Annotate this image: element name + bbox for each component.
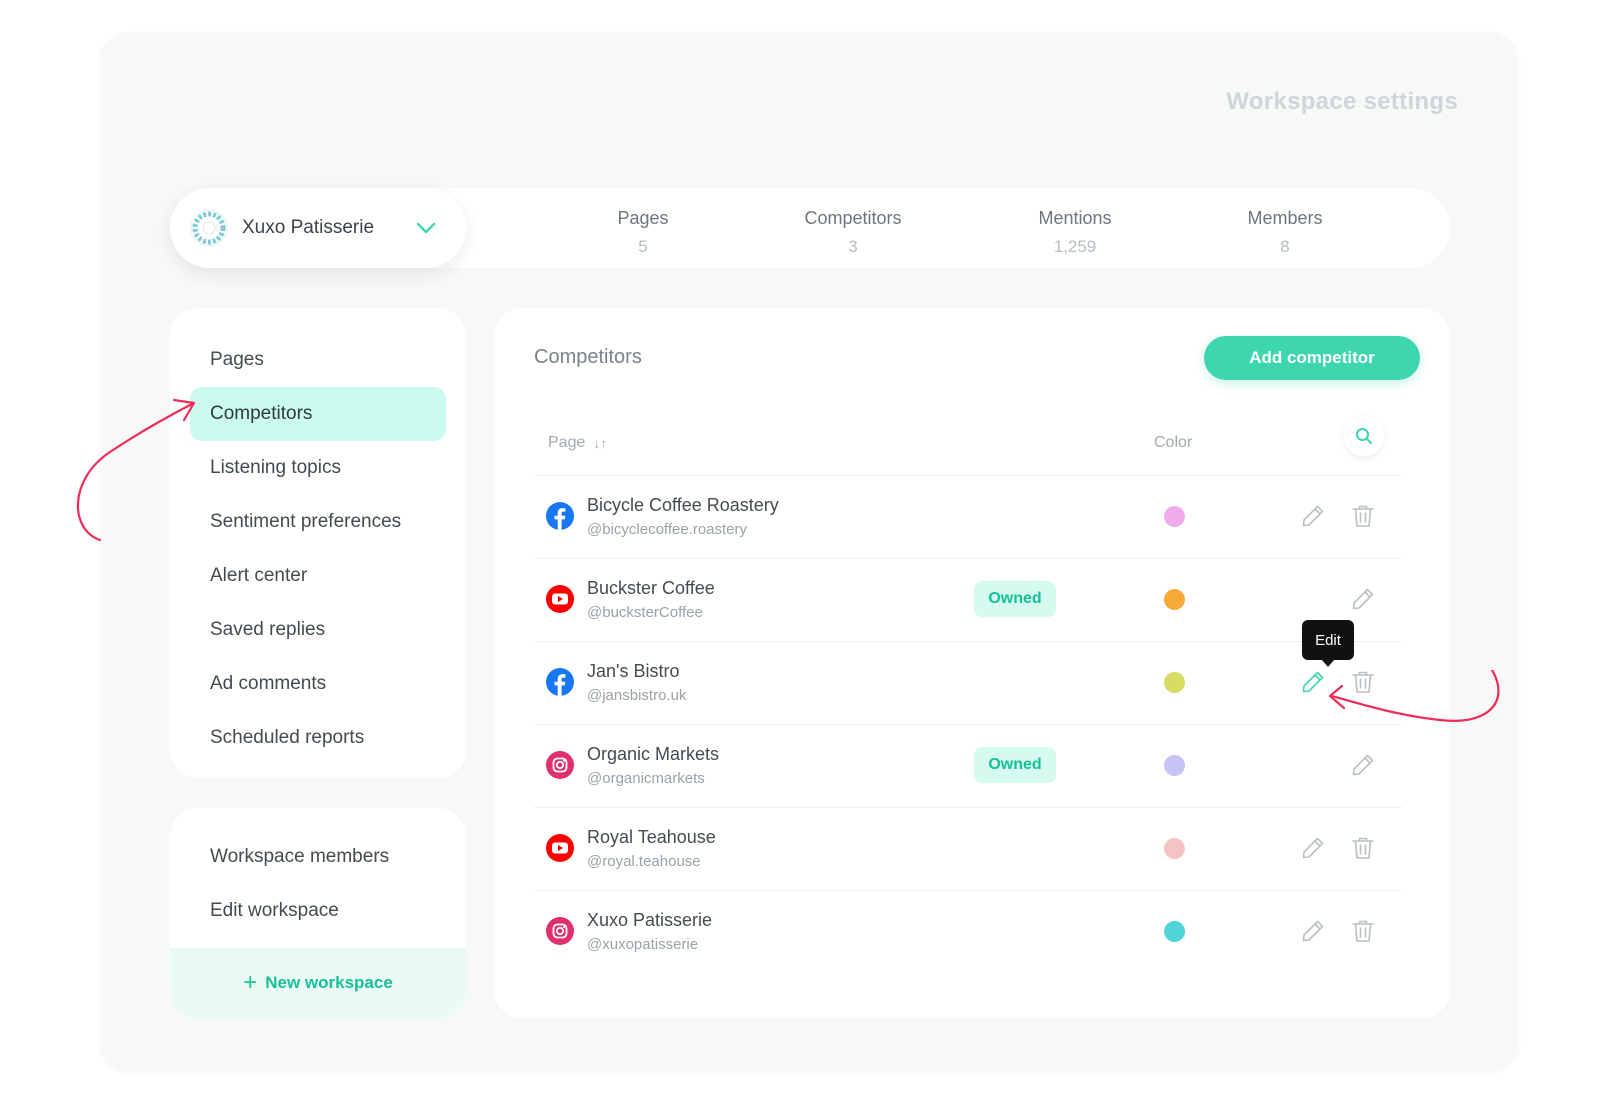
stat-value: 1,259	[1053, 237, 1097, 256]
youtube-icon	[546, 834, 574, 862]
annotation-arrow-right	[1328, 670, 1500, 722]
add-competitor-button[interactable]: Add competitor	[1204, 336, 1420, 380]
competitors-panel: Competitors Add competitor Page ↓↑ Color…	[494, 308, 1450, 1018]
stat-label: Members	[1247, 208, 1323, 228]
page-name: Buckster Coffee	[587, 578, 715, 598]
edit-icon[interactable]	[1300, 835, 1326, 861]
workspace-logo-icon	[190, 209, 228, 247]
page-handle: @xuxopatisserie	[587, 936, 699, 953]
page-handle: @royal.teahouse	[587, 853, 701, 870]
search-icon	[1356, 428, 1372, 444]
stat-label: Mentions	[1038, 208, 1112, 228]
competitors-table: Bicycle Coffee Roastery @bicyclecoffee.ro…	[534, 475, 1402, 973]
column-header-color: Color	[1154, 434, 1193, 451]
table-row: Xuxo Patisserie @xuxopatisserie	[534, 890, 1402, 973]
owned-badge: Owned	[974, 747, 1056, 783]
column-header-page[interactable]: Page ↓↑	[548, 434, 607, 452]
stat-members: Members 8	[1205, 208, 1365, 257]
workspace-name: Xuxo Patisserie	[242, 217, 375, 238]
instagram-icon	[546, 751, 574, 779]
color-swatch[interactable]	[1164, 589, 1185, 610]
sidebar-item-alert-center[interactable]: Alert center	[190, 549, 446, 603]
stat-label: Competitors	[804, 208, 902, 228]
edit-icon[interactable]	[1350, 586, 1376, 612]
stat-value: 5	[638, 237, 648, 256]
edit-icon[interactable]	[1350, 752, 1376, 778]
workspace-selector[interactable]: Xuxo Patisserie	[170, 188, 466, 268]
section-title: Competitors	[534, 346, 642, 368]
sidebar-item-edit-workspace[interactable]: Edit workspace	[190, 884, 446, 938]
search-button[interactable]	[1344, 416, 1384, 456]
trash-icon[interactable]	[1350, 918, 1376, 944]
page-handle: @organicmarkets	[587, 770, 705, 787]
settings-nav: Pages Competitors Listening topics Senti…	[170, 308, 466, 778]
page-name: Xuxo Patisserie	[587, 910, 713, 930]
owned-badge: Owned	[974, 581, 1056, 617]
plus-icon: +	[243, 969, 258, 996]
trash-icon[interactable]	[1350, 503, 1376, 529]
page-title: Workspace settings	[1226, 88, 1458, 115]
stat-value: 3	[848, 237, 858, 256]
edit-icon[interactable]	[1300, 503, 1326, 529]
sidebar-item-sentiment-preferences[interactable]: Sentiment preferences	[190, 495, 446, 549]
page-name: Jan's Bistro	[587, 661, 680, 681]
page-name: Royal Teahouse	[587, 827, 716, 847]
sidebar-item-saved-replies[interactable]: Saved replies	[190, 603, 446, 657]
stat-competitors: Competitors 3	[773, 208, 933, 257]
sidebar-item-competitors[interactable]: Competitors	[190, 387, 446, 441]
color-swatch[interactable]	[1164, 755, 1185, 776]
facebook-icon	[546, 668, 574, 696]
color-swatch[interactable]	[1164, 506, 1185, 527]
new-workspace-label: New workspace	[265, 973, 393, 992]
stat-label: Pages	[617, 208, 669, 228]
stat-value: 8	[1280, 237, 1290, 256]
sort-icon: ↓↑	[593, 435, 608, 451]
page-handle: @jansbistro.uk	[587, 687, 687, 704]
workspace-nav: Workspace members Edit workspace + New w…	[170, 808, 466, 1018]
sidebar-item-pages[interactable]: Pages	[190, 333, 446, 387]
table-row: Jan's Bistro @jansbistro.uk	[534, 641, 1402, 724]
chevron-down-icon[interactable]	[414, 216, 438, 240]
sidebar-item-ad-comments[interactable]: Ad comments	[190, 657, 446, 711]
edit-icon[interactable]	[1300, 918, 1326, 944]
color-swatch[interactable]	[1164, 672, 1185, 693]
table-row: Bicycle Coffee Roastery @bicyclecoffee.ro…	[534, 475, 1402, 558]
instagram-icon	[546, 917, 574, 945]
page-handle: @bucksterCoffee	[587, 604, 703, 621]
edit-tooltip: Edit	[1302, 620, 1354, 667]
table-row: Buckster Coffee @bucksterCoffee Owned	[534, 558, 1402, 641]
color-swatch[interactable]	[1164, 921, 1185, 942]
youtube-icon	[546, 585, 574, 613]
sidebar-item-scheduled-reports[interactable]: Scheduled reports	[190, 711, 446, 765]
stat-mentions: Mentions 1,259	[995, 208, 1155, 257]
table-row: Royal Teahouse @royal.teahouse	[534, 807, 1402, 890]
table-row: Organic Markets @organicmarkets Owned	[534, 724, 1402, 807]
facebook-icon	[546, 502, 574, 530]
page-name: Bicycle Coffee Roastery	[587, 495, 779, 515]
column-header-label: Page	[548, 434, 586, 451]
color-swatch[interactable]	[1164, 838, 1185, 859]
sidebar-item-listening-topics[interactable]: Listening topics	[190, 441, 446, 495]
annotation-arrow-left	[76, 398, 196, 542]
page-handle: @bicyclecoffee.roastery	[587, 521, 748, 538]
stat-pages: Pages 5	[563, 208, 723, 257]
new-workspace-button[interactable]: + New workspace	[170, 948, 466, 1018]
page-name: Organic Markets	[587, 744, 720, 764]
trash-icon[interactable]	[1350, 835, 1376, 861]
sidebar-item-workspace-members[interactable]: Workspace members	[190, 830, 446, 884]
